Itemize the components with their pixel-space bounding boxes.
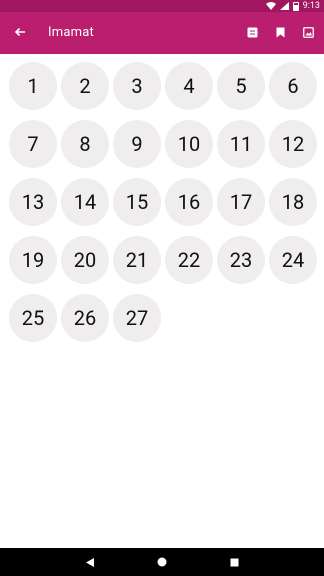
image-icon	[302, 26, 314, 38]
number-item-16[interactable]: 16	[165, 178, 213, 226]
status-bar: 9:13	[0, 0, 324, 12]
bookmark-icon	[276, 27, 284, 37]
number-item-6[interactable]: 6	[269, 62, 317, 110]
number-item-27[interactable]: 27	[113, 294, 161, 342]
home-circle-icon	[157, 557, 167, 567]
number-item-18[interactable]: 18	[269, 178, 317, 226]
number-item-5[interactable]: 5	[217, 62, 265, 110]
number-item-1[interactable]: 1	[9, 62, 57, 110]
battery-icon	[292, 1, 299, 11]
navigation-bar	[0, 548, 324, 576]
toolbar-actions	[242, 22, 318, 42]
image-button[interactable]	[298, 22, 318, 42]
number-item-8[interactable]: 8	[61, 120, 109, 168]
status-icons: 9:13	[265, 0, 320, 12]
status-time: 9:13	[302, 1, 320, 11]
nav-home-button[interactable]	[155, 555, 169, 569]
list-icon	[247, 27, 257, 37]
app-bar: Imamat	[0, 12, 324, 54]
number-item-15[interactable]: 15	[113, 178, 161, 226]
number-item-9[interactable]: 9	[113, 120, 161, 168]
number-item-7[interactable]: 7	[9, 120, 57, 168]
nav-back-button[interactable]	[83, 555, 97, 569]
bookmark-button[interactable]	[270, 22, 290, 42]
signal-icon	[279, 2, 289, 10]
number-item-25[interactable]: 25	[9, 294, 57, 342]
number-grid: 1 2 3 4 5 6 7 8 9 10 11 12 13 14 15 16 17 18 19 20 21 22 23 24 2…	[9, 62, 317, 342]
number-item-12[interactable]: 12	[269, 120, 317, 168]
number-item-11[interactable]: 11	[217, 120, 265, 168]
wifi-icon	[265, 2, 276, 10]
page-title: Imamat	[48, 25, 94, 40]
back-button[interactable]	[10, 22, 30, 42]
arrow-left-icon	[14, 27, 25, 37]
back-triangle-icon	[86, 557, 94, 567]
recents-square-icon	[230, 558, 238, 566]
number-item-2[interactable]: 2	[61, 62, 109, 110]
number-item-22[interactable]: 22	[165, 236, 213, 284]
number-item-4[interactable]: 4	[165, 62, 213, 110]
nav-recents-button[interactable]	[227, 555, 241, 569]
number-item-3[interactable]: 3	[113, 62, 161, 110]
number-item-20[interactable]: 20	[61, 236, 109, 284]
number-item-21[interactable]: 21	[113, 236, 161, 284]
number-item-23[interactable]: 23	[217, 236, 265, 284]
number-item-26[interactable]: 26	[61, 294, 109, 342]
number-item-14[interactable]: 14	[61, 178, 109, 226]
number-item-24[interactable]: 24	[269, 236, 317, 284]
number-item-13[interactable]: 13	[9, 178, 57, 226]
number-item-19[interactable]: 19	[9, 236, 57, 284]
number-item-10[interactable]: 10	[165, 120, 213, 168]
number-item-17[interactable]: 17	[217, 178, 265, 226]
list-button[interactable]	[242, 22, 262, 42]
